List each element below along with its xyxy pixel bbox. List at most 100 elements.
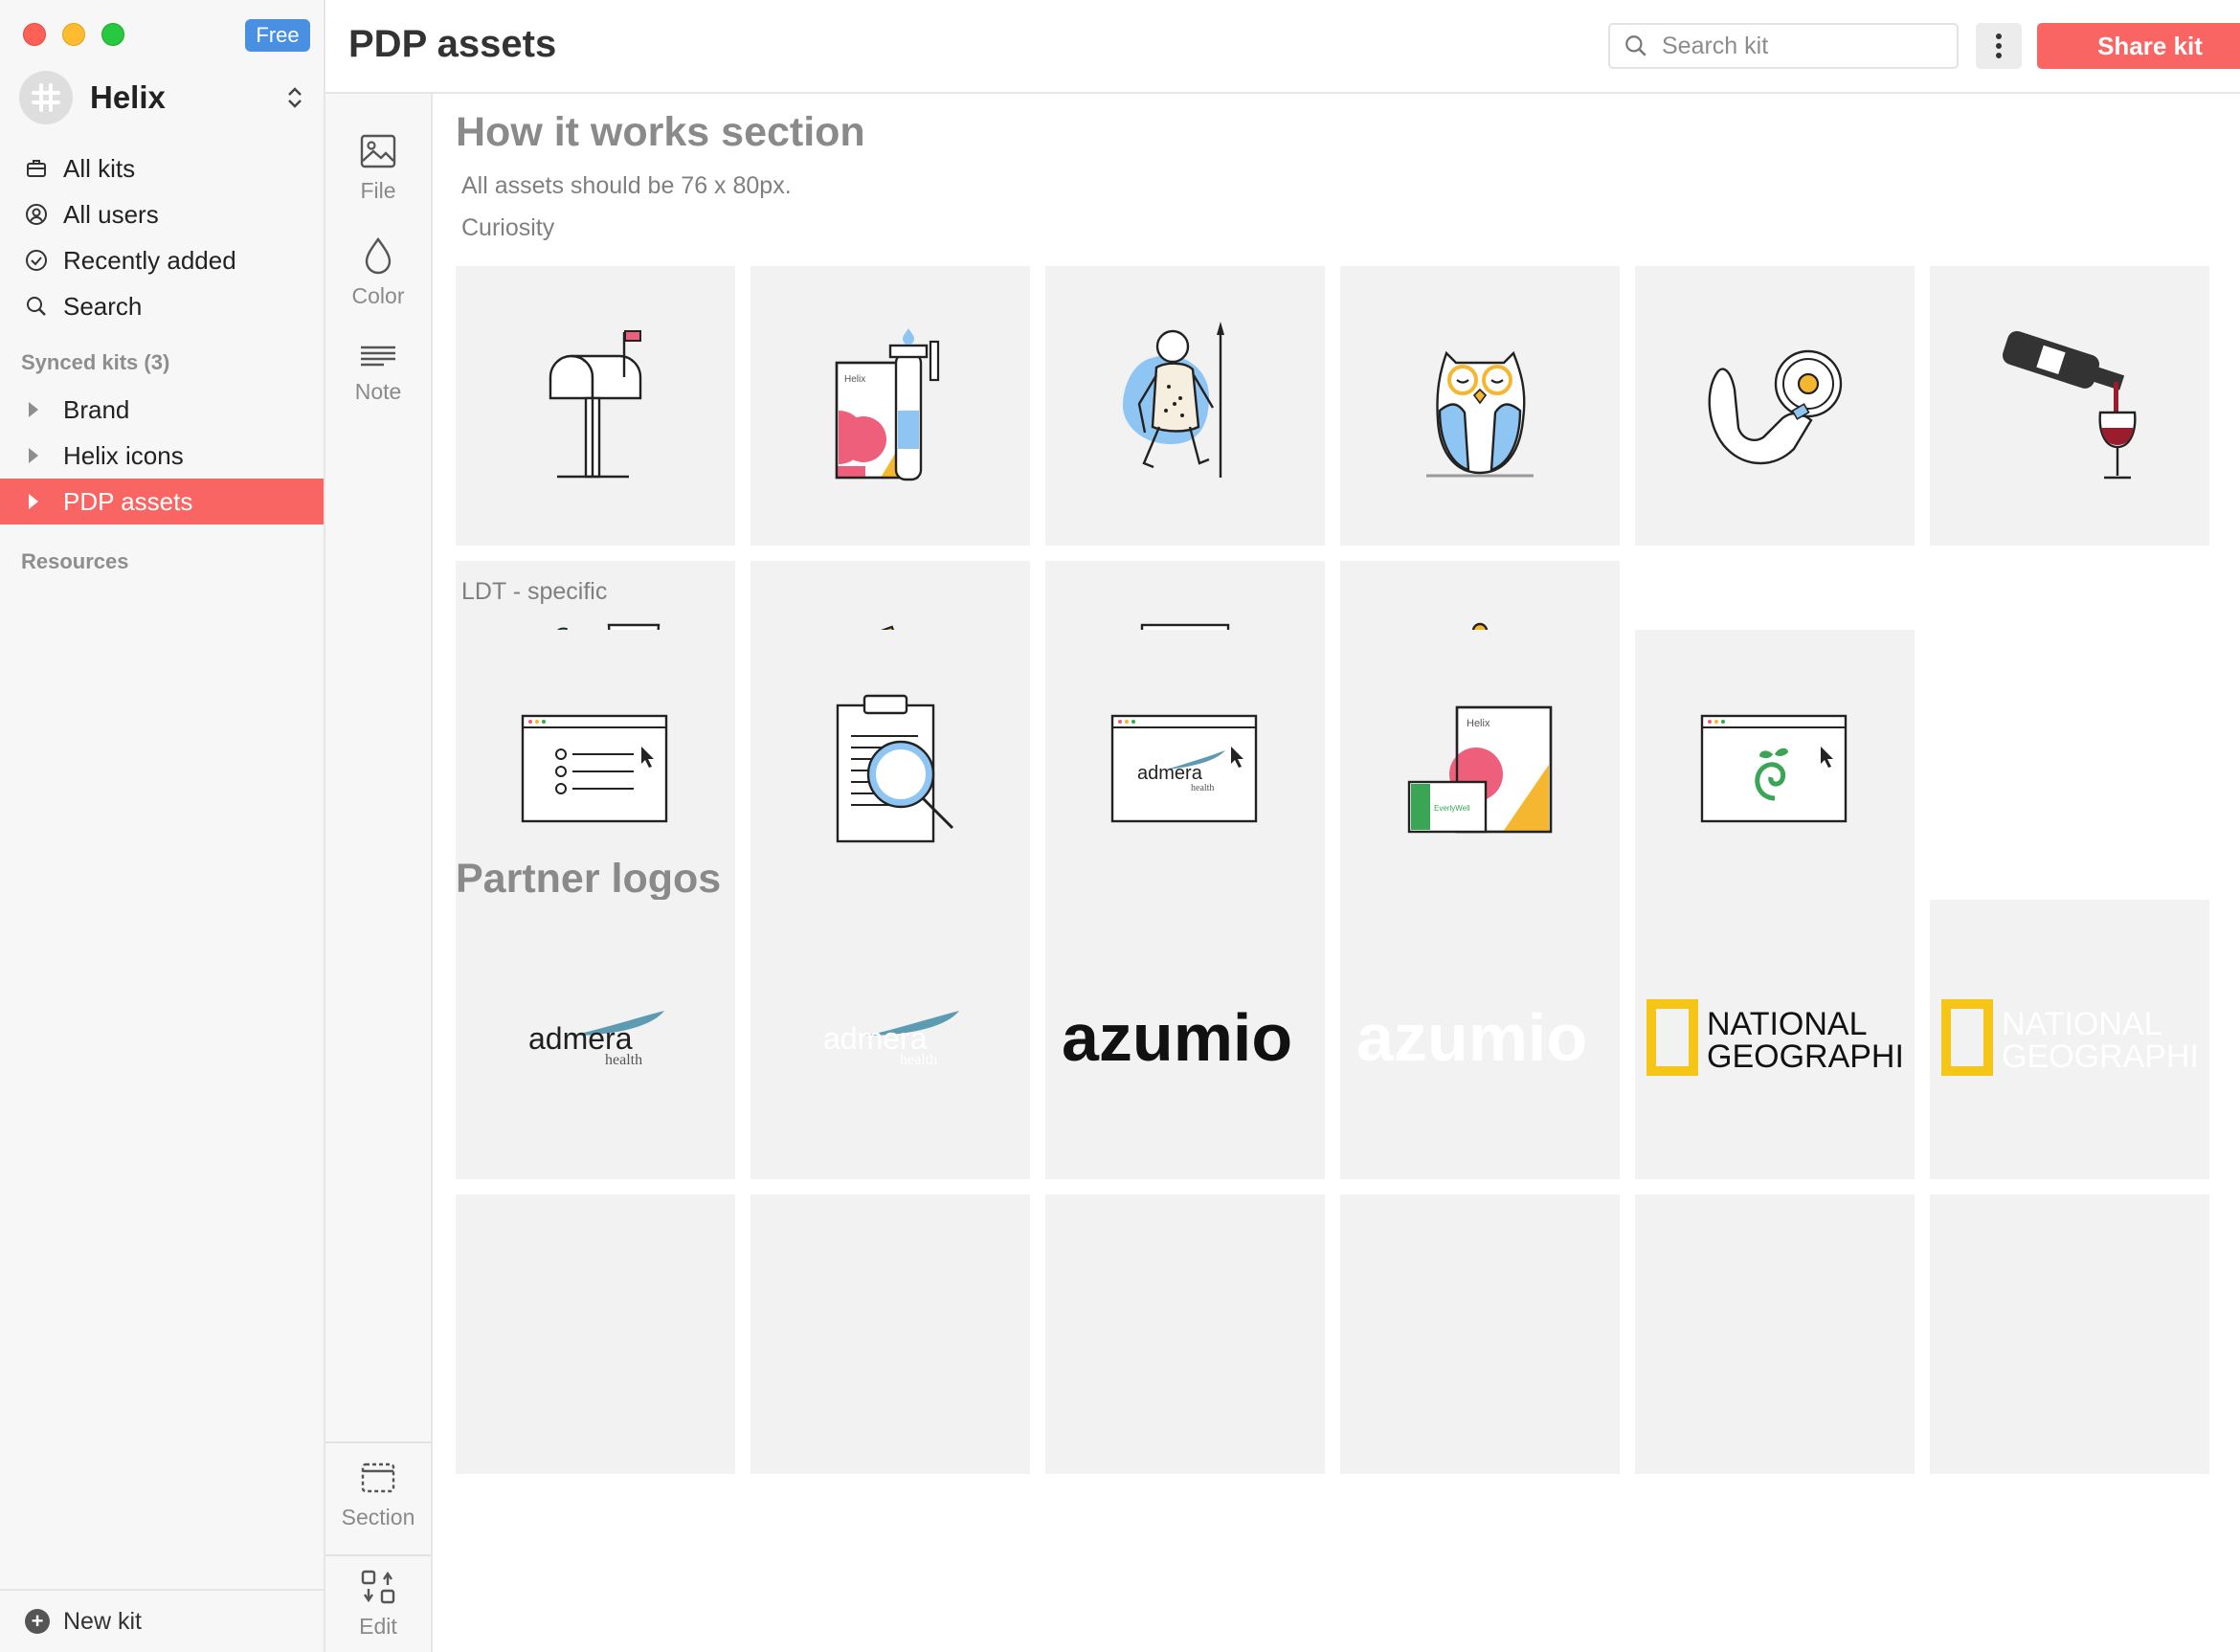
main-nav: All kits All users Recently added Search (0, 145, 324, 329)
workspace-switcher[interactable]: Helix (19, 71, 306, 124)
resources-heading[interactable]: Resources (21, 549, 129, 574)
more-options-button[interactable] (1976, 23, 2022, 69)
mailbox-illustration (549, 330, 642, 479)
tool-label: Edit (359, 1614, 397, 1639)
clipboard-magnifier-illustration (836, 694, 954, 843)
natgeo-line1: NATIONAL (2002, 1006, 2162, 1042)
search-kit-input[interactable] (1662, 32, 1930, 60)
close-window-button[interactable] (23, 23, 46, 46)
browser-admera-illustration: admera health (1110, 714, 1258, 823)
asset-tile[interactable] (1635, 630, 1915, 909)
asset-grid-partner-logos: admera health admera health azumio azumi… (456, 900, 2236, 1474)
everlywell-text: EverlyWell (1434, 804, 1470, 813)
kit-label: PDP assets (63, 486, 193, 516)
asset-tile[interactable] (456, 1194, 735, 1474)
add-file-tool[interactable]: File (325, 132, 431, 204)
asset-tile[interactable]: admera health (1045, 630, 1325, 909)
kit-item-brand[interactable]: Brand (0, 387, 324, 433)
natgeo-line2: GEOGRAPHIC (2002, 1038, 2199, 1075)
test-kit-illustration: Helix (835, 328, 940, 481)
admera-logo-white: admera health (823, 1011, 959, 1068)
kit-boxes-illustration: Helix EverlyWell (1407, 705, 1553, 834)
zoom-window-button[interactable] (101, 23, 124, 46)
section-note: All assets should be 76 x 80px. (461, 172, 792, 199)
add-section-tool[interactable]: Section (325, 1459, 431, 1530)
asset-tile[interactable] (1635, 1194, 1915, 1474)
nav-recently-added[interactable]: Recently added (0, 237, 324, 283)
search-icon (1625, 35, 1646, 56)
admera-text: admera (823, 1021, 928, 1056)
asset-tile[interactable]: NATIONAL GEOGRAPHIC (1635, 900, 1915, 1179)
workspace-name: Helix (90, 79, 166, 115)
add-note-tool[interactable]: Note (325, 343, 431, 405)
kit-item-helix-icons[interactable]: Helix icons (0, 433, 324, 479)
section-title: How it works section (456, 109, 865, 155)
plan-badge[interactable]: Free (245, 19, 310, 52)
tool-label: Note (354, 379, 402, 404)
section-title: Partner logos (456, 856, 722, 902)
asset-tile[interactable]: admera health (456, 900, 735, 1179)
asset-tile[interactable]: azumio (1340, 900, 1620, 1179)
check-circle-icon (23, 247, 50, 274)
rail-divider (325, 1441, 431, 1443)
asset-tile[interactable] (1635, 266, 1915, 546)
image-icon (360, 134, 396, 168)
asset-tile[interactable] (1045, 1194, 1325, 1474)
helix-label: Helix (1467, 718, 1490, 729)
asset-tile[interactable] (456, 266, 735, 546)
asset-tile[interactable]: azumio (1045, 900, 1325, 1179)
disclosure-triangle-icon[interactable] (29, 402, 38, 417)
asset-tile[interactable] (1045, 266, 1325, 546)
admera-text: admera (1137, 763, 1203, 784)
add-color-tool[interactable]: Color (325, 235, 431, 309)
asset-tile[interactable]: Helix (750, 266, 1030, 546)
new-kit-button[interactable]: + New kit (0, 1589, 324, 1652)
kit-label: Helix icons (63, 440, 184, 470)
tool-label: Section (341, 1505, 415, 1529)
asset-tile[interactable]: admera health (750, 900, 1030, 1179)
wine-pour-illustration (2002, 330, 2137, 480)
browser-spiral-illustration (1700, 714, 1848, 823)
kit-content: How it works section All assets should b… (435, 96, 2240, 1652)
user-circle-icon (23, 201, 50, 228)
azumio-text: azumio (1062, 1001, 1292, 1075)
nav-search[interactable]: Search (0, 283, 324, 329)
chevron-updown-icon[interactable] (283, 83, 306, 112)
minimize-window-button[interactable] (62, 23, 85, 46)
asset-tile[interactable] (750, 630, 1030, 909)
droplet-icon (365, 236, 392, 275)
share-kit-button[interactable]: Share kit (2037, 23, 2240, 69)
caveman-illustration (1123, 322, 1224, 478)
tool-rail: File Color Note Section Edit (325, 94, 433, 1652)
group-label: Curiosity (461, 214, 555, 241)
reorder-icon (361, 1570, 395, 1604)
nav-all-kits[interactable]: All kits (0, 145, 324, 191)
owl-illustration (1426, 350, 1534, 478)
admera-sub-text: health (900, 1052, 937, 1068)
asset-tile[interactable] (1340, 1194, 1620, 1474)
page-title: PDP assets (348, 23, 557, 65)
synced-kits-heading: Synced kits (3) (21, 350, 170, 374)
nav-all-users[interactable]: All users (0, 191, 324, 237)
search-kit-field[interactable] (1608, 23, 1959, 69)
asset-tile[interactable]: Helix EverlyWell (1340, 630, 1620, 909)
nav-label: Recently added (63, 245, 236, 275)
asset-tile[interactable] (1340, 266, 1620, 546)
azumio-logo: azumio (1062, 1001, 1292, 1075)
azumio-logo-white: azumio (1356, 1001, 1587, 1075)
asset-tile[interactable]: NATIONAL GEOGRAPHIC (1930, 900, 2209, 1179)
window-controls (23, 23, 124, 46)
edit-tool[interactable]: Edit (325, 1568, 431, 1640)
kit-label: Brand (63, 394, 130, 424)
asset-tile[interactable] (1930, 266, 2209, 546)
nav-label: All kits (63, 153, 136, 183)
asset-tile[interactable] (1930, 1194, 2209, 1474)
search-icon (23, 293, 50, 320)
disclosure-triangle-icon[interactable] (29, 494, 38, 509)
disclosure-triangle-icon[interactable] (29, 448, 38, 463)
kit-item-pdp-assets[interactable]: PDP assets (0, 479, 324, 525)
asset-tile[interactable] (750, 1194, 1030, 1474)
nav-label: Search (63, 291, 143, 321)
hash-icon (32, 83, 60, 112)
rail-divider (325, 1554, 431, 1556)
